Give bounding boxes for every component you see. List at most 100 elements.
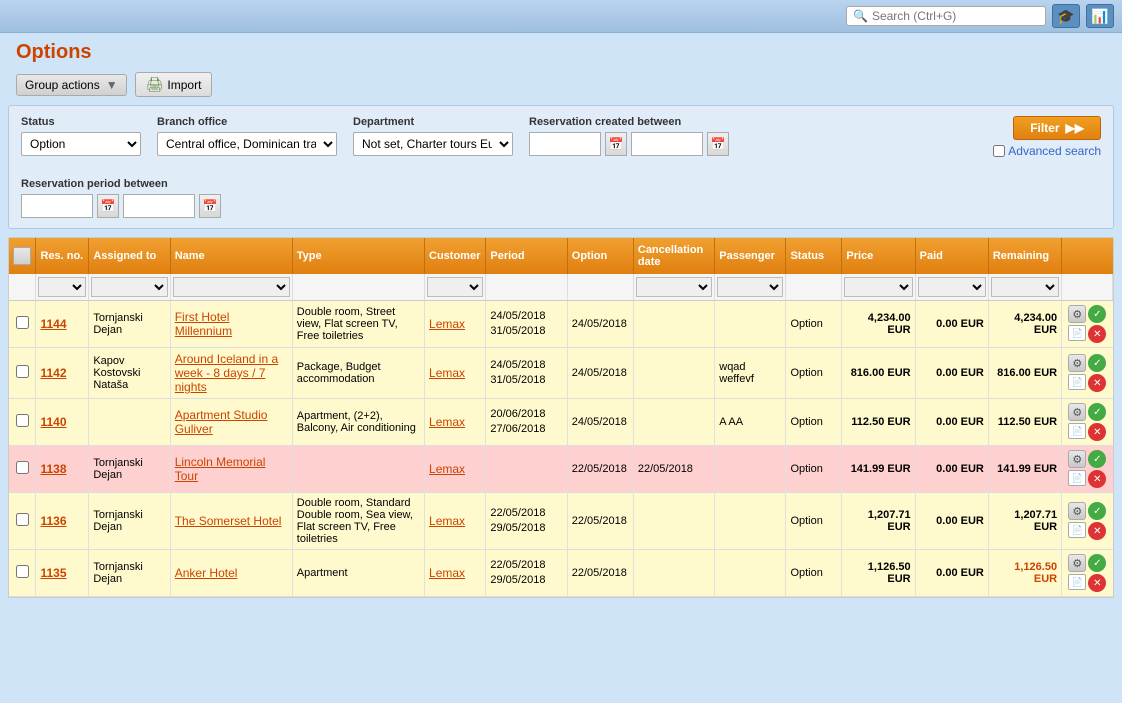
- customer-link[interactable]: Lemax: [429, 462, 465, 476]
- cancel-button[interactable]: ✕: [1088, 374, 1106, 392]
- name-link[interactable]: Apartment Studio Guliver: [175, 408, 268, 436]
- customer-link[interactable]: Lemax: [429, 317, 465, 331]
- master-checkbox[interactable]: [13, 247, 31, 265]
- filter-status: [786, 274, 842, 301]
- filter-button[interactable]: Filter ▶▶: [1013, 116, 1101, 140]
- res-created-to[interactable]: [631, 132, 703, 156]
- filter-res-no-select[interactable]: [38, 277, 86, 297]
- name-link[interactable]: Anker Hotel: [175, 566, 238, 580]
- header-option: Option: [567, 238, 633, 274]
- res-no-link[interactable]: 1135: [40, 566, 66, 580]
- row-checkbox-cell[interactable]: [9, 301, 36, 348]
- advanced-search-checkbox[interactable]: [993, 145, 1005, 157]
- customer-link[interactable]: Lemax: [429, 366, 465, 380]
- row-checkbox-cell[interactable]: [9, 348, 36, 399]
- filter-res-no[interactable]: [36, 274, 89, 301]
- res-created-from[interactable]: [529, 132, 601, 156]
- row-checkbox-cell[interactable]: [9, 446, 36, 493]
- gear-button[interactable]: ⚙: [1068, 502, 1086, 520]
- filter-paid[interactable]: [915, 274, 988, 301]
- cancel-button[interactable]: ✕: [1088, 574, 1106, 592]
- customer-link[interactable]: Lemax: [429, 566, 465, 580]
- document-button[interactable]: 📄: [1068, 374, 1086, 390]
- filter-name-select[interactable]: [173, 277, 290, 297]
- filter-remaining-select[interactable]: [991, 277, 1059, 297]
- branch-filter-group: Branch office Central office, Dominican …: [157, 116, 337, 156]
- gear-button[interactable]: ⚙: [1068, 450, 1086, 468]
- filter-passenger[interactable]: [715, 274, 786, 301]
- cancel-button[interactable]: ✕: [1088, 423, 1106, 441]
- group-actions-button[interactable]: Group actions ▼: [16, 74, 127, 96]
- filter-cancellation[interactable]: [633, 274, 714, 301]
- customer-link[interactable]: Lemax: [429, 514, 465, 528]
- search-box[interactable]: 🔍: [846, 6, 1046, 26]
- gear-button[interactable]: ⚙: [1068, 554, 1086, 572]
- filter-assigned[interactable]: [89, 274, 170, 301]
- filter-cancel-select[interactable]: [636, 277, 712, 297]
- filter-passenger-select[interactable]: [717, 277, 783, 297]
- cancel-button[interactable]: ✕: [1088, 325, 1106, 343]
- res-period-to[interactable]: [123, 194, 195, 218]
- res-no-link[interactable]: 1136: [40, 514, 66, 528]
- document-button[interactable]: 📄: [1068, 574, 1086, 590]
- filter-name[interactable]: [170, 274, 292, 301]
- branch-select[interactable]: Central office, Dominican travel n: [157, 132, 337, 156]
- res-period-from[interactable]: [21, 194, 93, 218]
- dept-select[interactable]: Not set, Charter tours Europe, Ch: [353, 132, 513, 156]
- filter-price-select[interactable]: [844, 277, 912, 297]
- confirm-button[interactable]: ✓: [1088, 450, 1106, 468]
- import-button[interactable]: 🖨 Import: [135, 72, 213, 97]
- res-period-to-cal[interactable]: 📅: [199, 194, 221, 218]
- toolbar: Group actions ▼ 🖨 Import: [0, 68, 1122, 105]
- cancel-button[interactable]: ✕: [1088, 470, 1106, 488]
- chart-icon-btn[interactable]: 📊: [1086, 4, 1114, 28]
- row-checkbox-cell[interactable]: [9, 550, 36, 597]
- res-no-link[interactable]: 1140: [40, 415, 66, 429]
- document-button[interactable]: 📄: [1068, 423, 1086, 439]
- table-row: 1135 Tornjanski Dejan Anker Hotel Apartm…: [9, 550, 1113, 597]
- status-select[interactable]: Option: [21, 132, 141, 156]
- res-created-from-cal[interactable]: 📅: [605, 132, 627, 156]
- res-created-to-cal[interactable]: 📅: [707, 132, 729, 156]
- res-period-from-cal[interactable]: 📅: [97, 194, 119, 218]
- confirm-button[interactable]: ✓: [1088, 305, 1106, 323]
- row-checkbox-cell[interactable]: [9, 399, 36, 446]
- filter-paid-select[interactable]: [918, 277, 986, 297]
- row-checkbox[interactable]: [16, 513, 29, 526]
- customer-link[interactable]: Lemax: [429, 415, 465, 429]
- res-no-link[interactable]: 1142: [40, 366, 66, 380]
- res-no-link[interactable]: 1144: [40, 317, 66, 331]
- document-button[interactable]: 📄: [1068, 470, 1086, 486]
- document-button[interactable]: 📄: [1068, 325, 1086, 341]
- row-checkbox[interactable]: [16, 365, 29, 378]
- filter-customer[interactable]: [425, 274, 486, 301]
- filter-price[interactable]: [842, 274, 915, 301]
- cancel-button[interactable]: ✕: [1088, 522, 1106, 540]
- confirm-button[interactable]: ✓: [1088, 554, 1106, 572]
- confirm-button[interactable]: ✓: [1088, 403, 1106, 421]
- advanced-search-link[interactable]: Advanced search: [993, 144, 1101, 158]
- row-checkbox[interactable]: [16, 461, 29, 474]
- row-checkbox-cell[interactable]: [9, 493, 36, 550]
- filter-assigned-select[interactable]: [91, 277, 167, 297]
- graduation-icon-btn[interactable]: 🎓: [1052, 4, 1080, 28]
- row-checkbox[interactable]: [16, 316, 29, 329]
- document-button[interactable]: 📄: [1068, 522, 1086, 538]
- row-checkbox[interactable]: [16, 414, 29, 427]
- row-name: Lincoln Memorial Tour: [170, 446, 292, 493]
- confirm-button[interactable]: ✓: [1088, 502, 1106, 520]
- gear-button[interactable]: ⚙: [1068, 305, 1086, 323]
- name-link[interactable]: The Somerset Hotel: [175, 514, 282, 528]
- header-checkbox-cell[interactable]: [9, 238, 36, 274]
- res-no-link[interactable]: 1138: [40, 462, 66, 476]
- filter-remaining[interactable]: [988, 274, 1061, 301]
- filter-customer-select[interactable]: [427, 277, 483, 297]
- gear-button[interactable]: ⚙: [1068, 354, 1086, 372]
- name-link[interactable]: Lincoln Memorial Tour: [175, 455, 266, 483]
- name-link[interactable]: Around Iceland in a week - 8 days / 7 ni…: [175, 352, 278, 394]
- confirm-button[interactable]: ✓: [1088, 354, 1106, 372]
- gear-button[interactable]: ⚙: [1068, 403, 1086, 421]
- search-input[interactable]: [872, 9, 1032, 23]
- name-link[interactable]: First Hotel Millennium: [175, 310, 232, 338]
- row-checkbox[interactable]: [16, 565, 29, 578]
